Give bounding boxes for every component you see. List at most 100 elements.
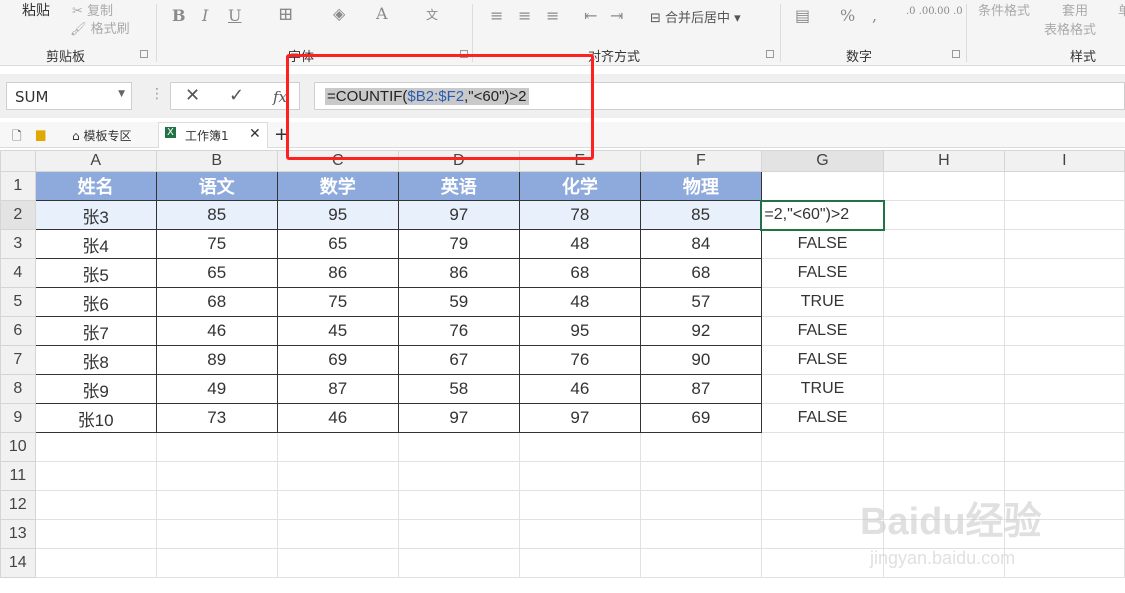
cell[interactable]: 59 [397, 287, 520, 317]
cell[interactable]: 张3 [34, 200, 157, 230]
cell[interactable]: 48 [518, 287, 641, 317]
cell[interactable]: 97 [397, 200, 520, 230]
cell[interactable]: 78 [518, 200, 641, 230]
cell[interactable]: 95 [518, 316, 641, 346]
bold-icon[interactable]: B [172, 6, 186, 25]
row-header[interactable]: 5 [0, 287, 36, 317]
copy-button[interactable]: ✂ 复制 [72, 0, 113, 19]
column-header[interactable]: A [34, 150, 157, 172]
cell[interactable]: 49 [155, 374, 278, 404]
cell[interactable] [1003, 258, 1125, 288]
cell[interactable] [276, 490, 399, 520]
cell[interactable] [276, 519, 399, 549]
cell[interactable]: 张7 [34, 316, 157, 346]
folder-icon[interactable]: ▆ [36, 127, 45, 141]
table-format-button[interactable]: 表格格式 [1044, 19, 1096, 38]
column-header[interactable]: I [1003, 150, 1125, 172]
decrease-indent-icon[interactable]: ⇤ [584, 6, 597, 25]
new-file-icon[interactable]: 🗋 [12, 127, 22, 148]
cell[interactable]: 67 [397, 345, 520, 375]
cell[interactable]: 张6 [34, 287, 157, 317]
cell[interactable]: 69 [639, 403, 762, 433]
cell[interactable]: 68 [155, 287, 278, 317]
row-header[interactable]: 11 [0, 461, 36, 491]
result-cell[interactable]: FALSE [760, 316, 885, 346]
cell[interactable] [1003, 432, 1125, 462]
header-cell[interactable]: 化学 [518, 171, 641, 201]
result-cell[interactable]: TRUE [760, 287, 885, 317]
cell[interactable]: 75 [276, 287, 399, 317]
cell[interactable] [883, 316, 1005, 346]
format-painter-button[interactable]: 🖌 格式刷 [70, 18, 130, 37]
percent-icon[interactable]: % [840, 6, 855, 25]
cell[interactable]: 85 [155, 200, 278, 230]
cell[interactable] [155, 490, 278, 520]
row-header[interactable]: 1 [0, 171, 36, 201]
cell[interactable] [639, 490, 762, 520]
cell[interactable] [34, 432, 157, 462]
cell[interactable]: 79 [397, 229, 520, 259]
function-icon[interactable]: fx [273, 88, 287, 106]
align-center-icon[interactable]: ≡ [518, 6, 531, 25]
merge-center-button[interactable]: ⊟ 合并后居中 ▾ [650, 7, 741, 26]
number-format-icon[interactable]: ▤ [795, 6, 810, 25]
cell[interactable] [397, 432, 520, 462]
cancel-icon[interactable]: ✕ [185, 85, 200, 106]
active-cell[interactable]: =2,"<60")>2 [760, 199, 885, 231]
cell[interactable] [518, 490, 641, 520]
row-header[interactable]: 10 [0, 432, 36, 462]
cell[interactable]: 97 [397, 403, 520, 433]
row-header[interactable]: 7 [0, 345, 36, 375]
row-header[interactable]: 8 [0, 374, 36, 404]
drag-handle-icon[interactable]: ⋮ [150, 86, 164, 102]
cell[interactable] [155, 432, 278, 462]
apply-table-button[interactable]: 套用 [1062, 0, 1088, 19]
cell[interactable] [883, 258, 1005, 288]
fill-color-icon[interactable]: ◈ [333, 4, 345, 23]
paste-button[interactable]: 粘贴 [22, 0, 50, 20]
cell[interactable] [397, 461, 520, 491]
cell[interactable]: 73 [155, 403, 278, 433]
header-cell[interactable]: 姓名 [34, 171, 157, 201]
cell[interactable]: 85 [639, 200, 762, 230]
align-left-icon[interactable]: ≡ [490, 6, 503, 25]
tab-template-zone[interactable]: ⌂ 模板专区 [72, 127, 131, 144]
increase-indent-icon[interactable]: ⇥ [610, 6, 623, 25]
cell[interactable]: 张10 [34, 403, 157, 433]
row-header[interactable]: 3 [0, 229, 36, 259]
chevron-down-icon[interactable]: ▼ [118, 89, 125, 99]
cell[interactable] [883, 403, 1005, 433]
cell[interactable] [883, 432, 1005, 462]
confirm-icon[interactable]: ✓ [229, 85, 244, 106]
cell[interactable] [155, 519, 278, 549]
select-all-corner[interactable] [0, 150, 36, 172]
cell[interactable] [883, 374, 1005, 404]
row-header[interactable]: 14 [0, 548, 36, 578]
header-cell[interactable]: 数学 [276, 171, 399, 201]
cell[interactable] [1003, 316, 1125, 346]
cell[interactable] [639, 519, 762, 549]
cell[interactable] [34, 461, 157, 491]
cell[interactable] [883, 345, 1005, 375]
row-header[interactable]: 13 [0, 519, 36, 549]
row-header[interactable]: 12 [0, 490, 36, 520]
row-header[interactable]: 9 [0, 403, 36, 433]
cell[interactable]: 76 [397, 316, 520, 346]
cell[interactable]: 68 [518, 258, 641, 288]
result-cell[interactable]: FALSE [760, 345, 885, 375]
result-cell[interactable]: TRUE [760, 374, 885, 404]
cell[interactable]: 45 [276, 316, 399, 346]
cell[interactable] [34, 519, 157, 549]
header-cell[interactable]: 语文 [155, 171, 278, 201]
phonetic-icon[interactable]: 文 [426, 6, 438, 23]
cell[interactable] [639, 548, 762, 578]
column-header[interactable]: G [760, 150, 885, 172]
cell[interactable] [276, 461, 399, 491]
cell[interactable] [1003, 403, 1125, 433]
cell[interactable]: 68 [639, 258, 762, 288]
cell[interactable] [639, 432, 762, 462]
header-cell[interactable]: 物理 [639, 171, 762, 201]
cell[interactable] [397, 490, 520, 520]
result-cell[interactable]: FALSE [760, 403, 885, 433]
cell[interactable] [1003, 229, 1125, 259]
